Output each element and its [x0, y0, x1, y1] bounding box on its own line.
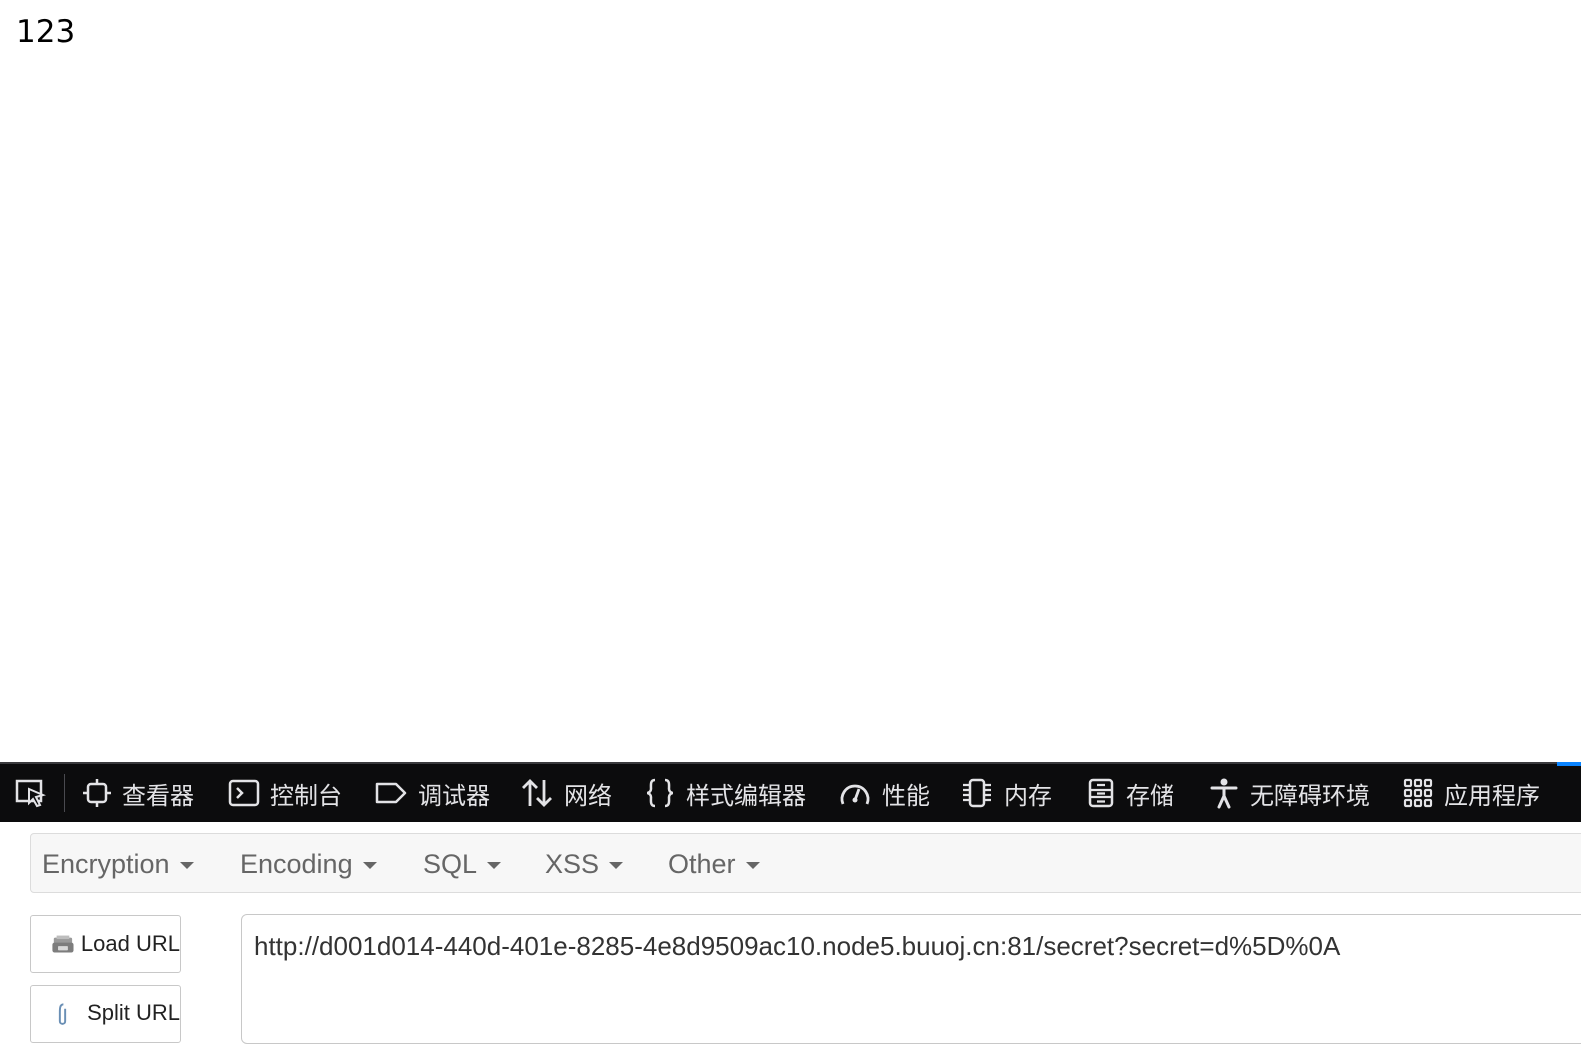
application-icon: [1403, 778, 1433, 808]
tab-accessibility[interactable]: 无障碍环境: [1208, 774, 1370, 812]
accessibility-icon: [1210, 778, 1238, 809]
load-url-label: Load URL: [80, 931, 180, 956]
split-url-label: Split URL: [87, 1000, 180, 1025]
tab-label: 查看器: [122, 781, 194, 810]
menu-xss[interactable]: XSS: [545, 846, 624, 882]
caret-down-icon: [179, 862, 194, 869]
tab-label: 应用程序: [1444, 781, 1540, 810]
hackbar-menu-bar: Encryption Encoding SQL XSS Other: [30, 833, 1581, 893]
menu-encryption[interactable]: Encryption: [42, 846, 194, 882]
memory-icon: [963, 778, 991, 808]
menu-label: Encoding: [240, 848, 353, 879]
style-editor-icon: [646, 778, 674, 808]
caret-down-icon: [609, 862, 624, 869]
devtools-toolbar: 查看器 控制台 调试器 网络 样式编辑器 性能 内存 存储 无障碍环境 应用程序: [0, 762, 1581, 822]
tab-label: 存储: [1126, 781, 1174, 810]
menu-label: SQL: [423, 848, 478, 879]
storage-icon: [1088, 778, 1114, 808]
menu-label: Encryption: [42, 848, 170, 879]
tab-memory[interactable]: 内存: [960, 774, 1052, 812]
tab-label: 内存: [1004, 781, 1052, 810]
devtools-accent-bar: [1557, 762, 1581, 766]
menu-encoding[interactable]: Encoding: [240, 846, 377, 882]
tab-storage[interactable]: 存储: [1086, 774, 1174, 812]
tab-label: 无障碍环境: [1250, 781, 1370, 810]
network-icon: [522, 779, 552, 807]
split-url-icon: [58, 1003, 67, 1025]
load-url-icon: [52, 935, 74, 953]
performance-icon: [840, 784, 870, 805]
tab-debugger[interactable]: 调试器: [374, 774, 490, 812]
split-url-button[interactable]: Split URL: [30, 985, 181, 1043]
tab-label: 控制台: [270, 781, 342, 810]
toolbar-separator: [64, 774, 65, 812]
menu-other[interactable]: Other: [668, 846, 760, 882]
tab-label: 性能: [882, 781, 930, 810]
element-picker-icon: [15, 779, 46, 808]
tab-style-editor[interactable]: 样式编辑器: [644, 774, 806, 812]
menu-sql[interactable]: SQL: [423, 846, 502, 882]
element-picker-button[interactable]: [14, 778, 48, 808]
tab-performance[interactable]: 性能: [838, 774, 930, 812]
url-value: http://d001d014-440d-401e-8285-4e8d9509a…: [254, 931, 1341, 961]
menu-label: Other: [668, 848, 736, 879]
caret-down-icon: [745, 862, 760, 869]
load-url-button[interactable]: Load URL: [30, 915, 181, 973]
page-content: 123: [0, 0, 1581, 762]
console-icon: [228, 779, 260, 807]
menu-label: XSS: [545, 848, 600, 879]
url-textarea[interactable]: http://d001d014-440d-401e-8285-4e8d9509a…: [241, 914, 1581, 1044]
tab-label: 网络: [564, 781, 612, 810]
page-body-text: 123: [16, 14, 76, 50]
tab-application[interactable]: 应用程序: [1402, 774, 1540, 812]
inspector-icon: [83, 779, 111, 807]
caret-down-icon: [362, 862, 377, 869]
tab-console[interactable]: 控制台: [228, 774, 342, 812]
tab-inspector[interactable]: 查看器: [82, 774, 194, 812]
tab-label: 样式编辑器: [686, 781, 806, 810]
tab-network[interactable]: 网络: [520, 774, 612, 812]
tab-label: 调试器: [418, 781, 490, 810]
debugger-icon: [375, 782, 407, 804]
caret-down-icon: [487, 862, 502, 869]
